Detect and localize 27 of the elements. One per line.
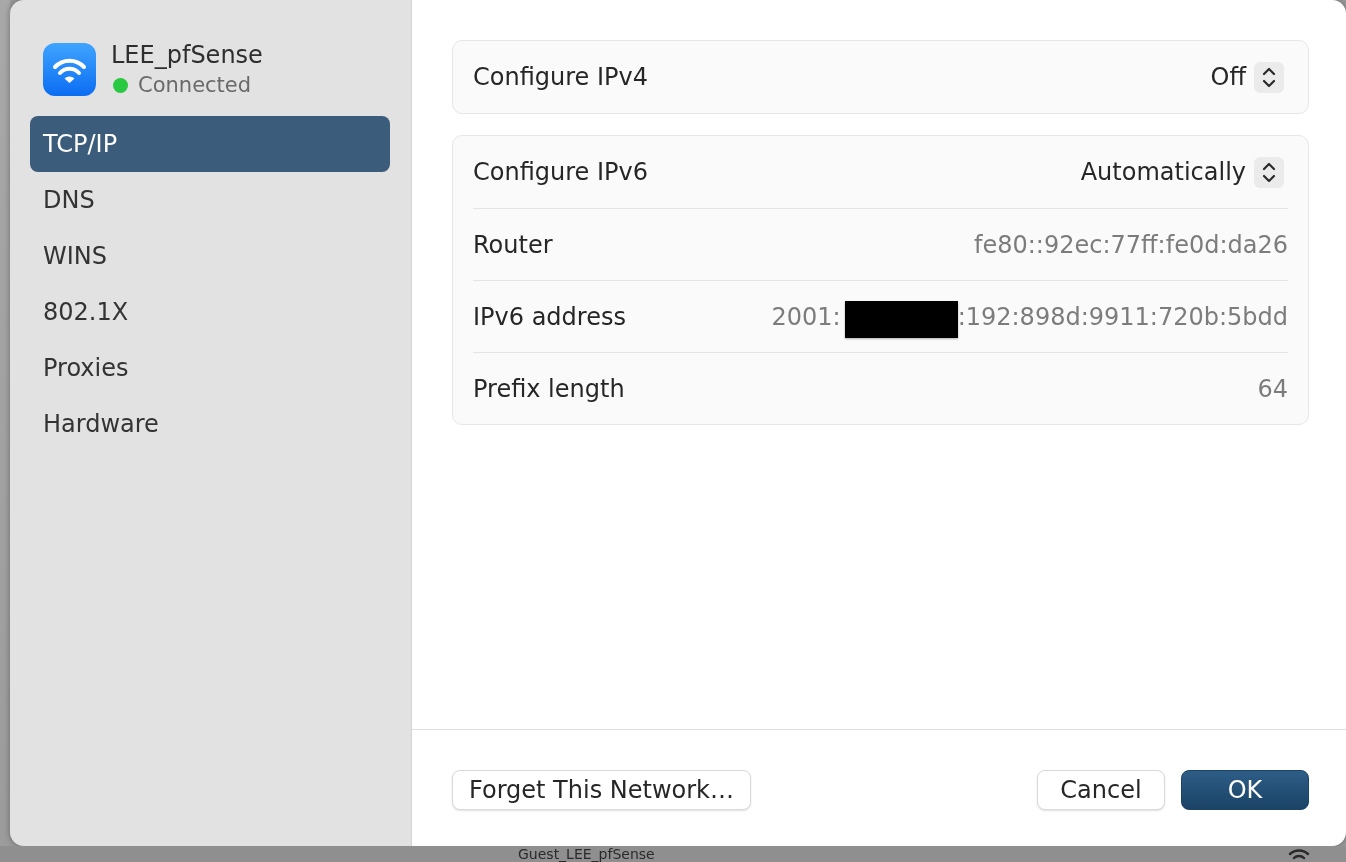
field-label: Configure IPv6 xyxy=(473,158,648,186)
forget-network-button[interactable]: Forget This Network… xyxy=(452,770,751,810)
background-network-name: Guest_LEE_pfSense xyxy=(518,846,655,862)
sidebar-item[interactable]: 802.1X xyxy=(30,284,390,340)
wifi-icon xyxy=(43,42,96,96)
field-value: 64 xyxy=(1257,374,1288,403)
sidebar-item[interactable]: TCP/IP xyxy=(30,116,390,172)
popup-button[interactable]: Automatically xyxy=(1080,156,1284,188)
sidebar-item[interactable]: WINS xyxy=(30,228,390,284)
network-name: LEE_pfSense xyxy=(111,40,263,70)
wifi-icon xyxy=(1288,847,1310,861)
field-label: Configure IPv4 xyxy=(473,63,648,91)
field-label: Prefix length xyxy=(473,374,625,403)
connection-status: Connected xyxy=(138,72,252,98)
ok-button[interactable]: OK xyxy=(1181,770,1309,810)
sidebar-item[interactable]: DNS xyxy=(30,172,390,228)
field-value: fe80::92ec:77ff:fe0d:da26 xyxy=(974,230,1288,259)
field-label: Router xyxy=(473,230,553,259)
sidebar-item[interactable]: Proxies xyxy=(30,340,390,396)
popup-button[interactable]: Off xyxy=(1210,61,1284,93)
field-value: :192:898d:9911:720b:5bdd xyxy=(957,302,1288,331)
chevron-updown-icon xyxy=(1254,61,1284,93)
field-label: IPv6 address xyxy=(473,302,626,331)
field-value: 2001: xyxy=(771,302,841,331)
chevron-updown-icon xyxy=(1254,156,1284,188)
sidebar-item[interactable]: Hardware xyxy=(30,396,390,452)
cancel-button[interactable]: Cancel xyxy=(1037,770,1165,810)
